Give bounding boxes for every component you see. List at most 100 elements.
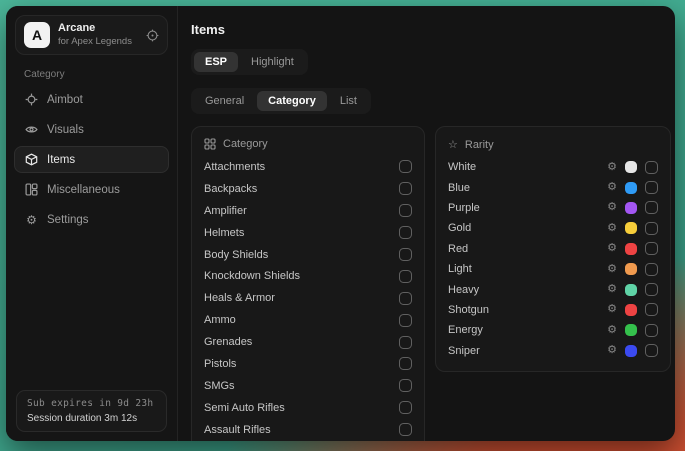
box-icon [25,153,38,166]
rarity-label: Shotgun [448,304,489,316]
sidebar-nav: Aimbot Visuals [6,86,177,233]
category-label: Knockdown Shields [204,270,300,282]
checkbox[interactable] [399,248,412,261]
sidebar-section-label: Category [24,69,177,80]
rarity-controls: ⚙ [607,222,658,235]
checkbox[interactable] [399,160,412,173]
rarity-controls: ⚙ [607,303,658,316]
checkbox[interactable] [645,201,658,214]
mode-tab[interactable]: ESP [194,52,238,72]
checkbox[interactable] [399,379,412,392]
sidebar-item[interactable]: Visuals [14,116,169,143]
checkbox[interactable] [399,226,412,239]
rarity-label: Heavy [448,284,479,296]
checkbox[interactable] [645,242,658,255]
app-subtitle: for Apex Legends [58,36,138,48]
color-swatch[interactable] [625,263,637,275]
color-swatch[interactable] [625,243,637,255]
gear-icon[interactable]: ⚙ [607,202,617,213]
gear-icon[interactable]: ⚙ [607,243,617,254]
category-label: Grenades [204,336,252,348]
rarity-controls: ⚙ [607,201,658,214]
gear-icon: ⚙ [25,213,38,226]
view-tabs: General Category List [191,88,371,114]
checkbox[interactable] [645,222,658,235]
checkbox[interactable] [399,423,412,436]
color-swatch[interactable] [625,222,637,234]
color-swatch[interactable] [625,161,637,173]
category-row: Pistols [204,353,412,375]
rarity-label: Blue [448,182,470,194]
checkbox[interactable] [645,161,658,174]
gear-icon[interactable]: ⚙ [607,345,617,356]
star-icon: ☆ [448,138,458,151]
checkbox[interactable] [399,314,412,327]
color-swatch[interactable] [625,345,637,357]
color-swatch[interactable] [625,284,637,296]
color-swatch[interactable] [625,304,637,316]
rarity-label: Gold [448,222,471,234]
view-tab[interactable]: Category [257,91,327,111]
rarity-row: Heavy ⚙ [448,279,658,299]
category-row: Assault Rifles [204,419,412,441]
gear-icon[interactable]: ⚙ [607,304,617,315]
gear-icon[interactable]: ⚙ [607,162,617,173]
checkbox[interactable] [399,336,412,349]
view-tab[interactable]: General [194,91,255,111]
sidebar-item[interactable]: ⚙ Settings [14,206,169,233]
rarity-row: Energy ⚙ [448,320,658,340]
session-duration-text: Session duration 3m 12s [27,413,156,424]
category-label: SMGs [204,380,235,392]
gear-icon[interactable]: ⚙ [607,182,617,193]
checkbox[interactable] [399,401,412,414]
category-panel-title: Category [223,138,268,150]
checkbox[interactable] [645,324,658,337]
gear-icon[interactable]: ⚙ [607,325,617,336]
color-swatch[interactable] [625,202,637,214]
category-row: Heals & Armor [204,287,412,309]
view-tab[interactable]: List [329,91,368,111]
sidebar-item-label: Settings [47,214,89,226]
gear-icon[interactable]: ⚙ [607,284,617,295]
sidebar-item[interactable]: Items [14,146,169,173]
rarity-row: Light ⚙ [448,259,658,279]
checkbox[interactable] [399,182,412,195]
checkbox[interactable] [399,292,412,305]
category-row: Ammo [204,309,412,331]
sidebar-item[interactable]: Miscellaneous [14,176,169,203]
sidebar-item[interactable]: Aimbot [14,86,169,113]
sidebar: A Arcane for Apex Legends Category [6,6,178,441]
sidebar-item-label: Aimbot [47,94,83,106]
rarity-row: Blue ⚙ [448,177,658,197]
category-row: Attachments [204,156,412,178]
rarity-label: Light [448,263,472,275]
rarity-row: Purple ⚙ [448,198,658,218]
checkbox[interactable] [399,204,412,217]
rarity-row: Red ⚙ [448,239,658,259]
rarity-row: Gold ⚙ [448,218,658,238]
panels-row: Category Attachments Backpacks [191,126,671,441]
target-icon[interactable] [146,29,159,42]
gear-icon[interactable]: ⚙ [607,264,617,275]
checkbox[interactable] [645,303,658,316]
checkbox[interactable] [645,181,658,194]
category-label: Amplifier [204,205,247,217]
rarity-label: Purple [448,202,480,214]
checkbox[interactable] [399,357,412,370]
category-panel-header: Category [204,138,412,150]
rarity-controls: ⚙ [607,324,658,337]
checkbox[interactable] [399,270,412,283]
rarity-panel-title: Rarity [465,139,494,151]
grid-icon [204,138,216,150]
layout-icon [25,183,38,196]
color-swatch[interactable] [625,324,637,336]
category-row: Grenades [204,331,412,353]
checkbox[interactable] [645,344,658,357]
checkbox[interactable] [645,283,658,296]
checkbox[interactable] [645,263,658,276]
color-swatch[interactable] [625,182,637,194]
mode-tab[interactable]: Highlight [240,52,305,72]
gear-icon[interactable]: ⚙ [607,223,617,234]
app-logo: A [24,22,50,48]
brand-card: A Arcane for Apex Legends [15,15,168,55]
